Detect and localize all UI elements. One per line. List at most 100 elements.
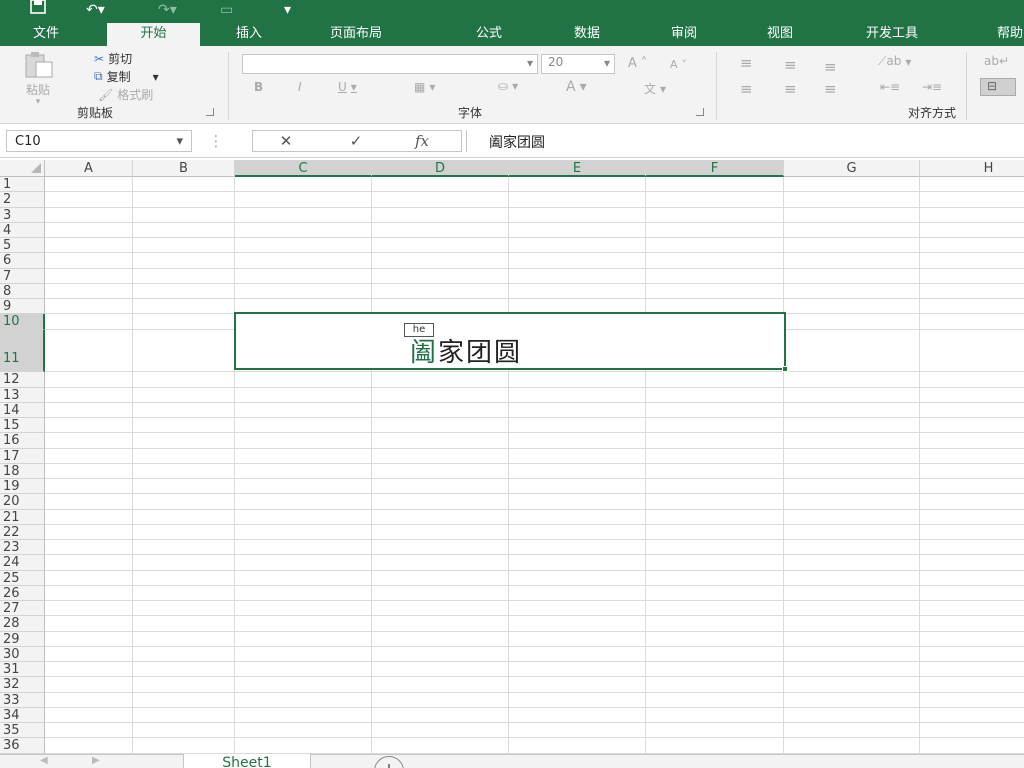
- tab-data[interactable]: 数据: [548, 23, 626, 46]
- border-button[interactable]: ▦ ▾: [414, 80, 435, 94]
- formula-input[interactable]: 阖家团圆: [466, 130, 1024, 152]
- camera-icon[interactable]: ▭: [220, 0, 233, 20]
- font-launcher-icon[interactable]: [696, 108, 704, 116]
- align-bottom-button[interactable]: ≡: [824, 58, 837, 76]
- row-header-31[interactable]: 31: [0, 662, 45, 678]
- row-header-4[interactable]: 4: [0, 222, 45, 238]
- row-header-36[interactable]: 36: [0, 738, 45, 754]
- undo-icon[interactable]: ↶▾: [86, 0, 105, 20]
- row-header-1[interactable]: 1: [0, 177, 45, 193]
- row-header-33[interactable]: 33: [0, 692, 45, 708]
- row-header-22[interactable]: 22: [0, 524, 45, 540]
- shrink-font-button[interactable]: A ˅: [670, 58, 687, 71]
- redo-icon[interactable]: ↷▾: [158, 0, 177, 20]
- increase-indent-button[interactable]: ⇥≡: [922, 80, 942, 94]
- phonetic-button[interactable]: 文 ▾: [644, 80, 666, 97]
- column-header-g[interactable]: G: [784, 160, 920, 177]
- fill-handle[interactable]: [782, 366, 788, 372]
- align-middle-button[interactable]: ≡: [784, 56, 797, 74]
- fill-color-button[interactable]: ⛀ ▾: [498, 79, 518, 93]
- grow-font-button[interactable]: A ˄: [628, 56, 647, 71]
- row-header-16[interactable]: 16: [0, 433, 45, 449]
- row-header-26[interactable]: 26: [0, 585, 45, 601]
- row-header-8[interactable]: 8: [0, 283, 45, 299]
- sheet-tab-sheet1[interactable]: Sheet1: [183, 754, 311, 768]
- paste-button[interactable]: 粘贴 ▾: [18, 52, 58, 107]
- row-header-12[interactable]: 12: [0, 372, 45, 388]
- column-header-f[interactable]: F: [646, 160, 784, 177]
- merged-cell-c10[interactable]: he 阖家团圆: [234, 312, 788, 372]
- row-header-9[interactable]: 9: [0, 299, 45, 315]
- row-header-14[interactable]: 14: [0, 402, 45, 418]
- orientation-button[interactable]: ⟋ab ▾: [878, 54, 911, 69]
- tab-view[interactable]: 视图: [741, 23, 819, 46]
- cut-button[interactable]: ✂ 剪切: [94, 50, 132, 67]
- column-header-a[interactable]: A: [45, 160, 133, 177]
- column-header-b[interactable]: B: [133, 160, 235, 177]
- row-header-15[interactable]: 15: [0, 418, 45, 434]
- worksheet-grid[interactable]: ABCDEFGH 1 2 3 4 5 6 7 8 9 10 11 12 13 14 15 16 17 18 19 20…: [0, 160, 1024, 754]
- column-header-h[interactable]: H: [920, 160, 1024, 177]
- row-header-13[interactable]: 13: [0, 387, 45, 403]
- format-painter-button[interactable]: 🖌 格式刷: [98, 86, 153, 103]
- row-header-27[interactable]: 27: [0, 601, 45, 617]
- row-header-7[interactable]: 7: [0, 268, 45, 284]
- select-all-button[interactable]: [0, 160, 45, 177]
- font-size-select[interactable]: 20 ▾: [541, 54, 615, 74]
- row-header-5[interactable]: 5: [0, 238, 45, 254]
- column-header-d[interactable]: D: [372, 160, 509, 177]
- row-header-10[interactable]: 10: [0, 314, 45, 331]
- font-name-select[interactable]: ▾: [242, 54, 538, 74]
- row-header-29[interactable]: 29: [0, 631, 45, 647]
- scroll-left-icon[interactable]: ◀: [40, 755, 48, 766]
- font-color-button[interactable]: A ▾: [566, 79, 587, 95]
- wrap-text-button[interactable]: ab↵: [984, 54, 1009, 68]
- row-header-21[interactable]: 21: [0, 509, 45, 525]
- align-right-button[interactable]: ≡: [824, 80, 837, 98]
- row-header-19[interactable]: 19: [0, 479, 45, 495]
- tab-developer[interactable]: 开发工具: [842, 23, 942, 46]
- insert-function-icon[interactable]: fx: [402, 130, 442, 152]
- merge-center-button[interactable]: ⊟: [980, 78, 1016, 96]
- row-header-6[interactable]: 6: [0, 253, 45, 269]
- bold-button[interactable]: B: [254, 80, 263, 94]
- row-header-17[interactable]: 17: [0, 448, 45, 464]
- name-box[interactable]: C10 ▾: [6, 130, 192, 152]
- decrease-indent-button[interactable]: ⇤≡: [880, 80, 900, 94]
- row-header-30[interactable]: 30: [0, 646, 45, 662]
- qat-dropdown-icon[interactable]: ▾: [284, 0, 291, 20]
- row-header-34[interactable]: 34: [0, 707, 45, 723]
- row-header-18[interactable]: 18: [0, 463, 45, 479]
- tab-home[interactable]: 开始: [107, 23, 200, 46]
- add-sheet-button[interactable]: +: [374, 756, 404, 768]
- row-header-2[interactable]: 2: [0, 192, 45, 208]
- tab-help[interactable]: 帮助: [985, 23, 1024, 46]
- confirm-icon[interactable]: ✓: [336, 130, 376, 152]
- copy-dropdown-icon[interactable]: ▾: [153, 70, 159, 84]
- row-header-35[interactable]: 35: [0, 723, 45, 739]
- row-header-24[interactable]: 24: [0, 555, 45, 571]
- cancel-icon[interactable]: ✕: [266, 130, 306, 152]
- chevron-down-icon[interactable]: ▾: [176, 134, 183, 149]
- tab-insert[interactable]: 插入: [210, 23, 288, 46]
- row-header-23[interactable]: 23: [0, 540, 45, 556]
- row-header-25[interactable]: 25: [0, 570, 45, 586]
- clipboard-launcher-icon[interactable]: [206, 108, 214, 116]
- align-left-button[interactable]: ≡: [740, 80, 753, 98]
- tab-formulas[interactable]: 公式: [450, 23, 528, 46]
- scroll-right-icon[interactable]: ▶: [92, 755, 100, 766]
- column-header-e[interactable]: E: [509, 160, 646, 177]
- tab-review[interactable]: 审阅: [645, 23, 723, 46]
- align-center-button[interactable]: ≡: [784, 80, 797, 98]
- copy-button[interactable]: ⧉ 复制 ▾: [94, 68, 159, 85]
- align-top-button[interactable]: ≡: [740, 54, 753, 72]
- row-header-32[interactable]: 32: [0, 677, 45, 693]
- tab-page-layout[interactable]: 页面布局: [306, 23, 406, 46]
- tab-file[interactable]: 文件: [8, 23, 84, 46]
- italic-button[interactable]: I: [298, 80, 302, 94]
- underline-button[interactable]: U ▾: [338, 80, 357, 94]
- row-header-11[interactable]: 11: [0, 330, 45, 373]
- row-header-28[interactable]: 28: [0, 616, 45, 632]
- row-header-3[interactable]: 3: [0, 207, 45, 223]
- column-header-c[interactable]: C: [235, 160, 372, 177]
